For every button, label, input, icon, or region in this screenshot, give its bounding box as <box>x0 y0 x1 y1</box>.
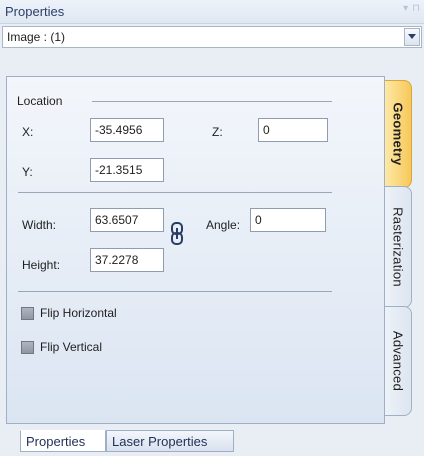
width-field[interactable]: 63.6507 <box>90 208 164 232</box>
height-label: Height: <box>22 258 61 272</box>
z-field[interactable]: 0 <box>258 118 328 142</box>
tab-properties[interactable]: Properties <box>20 430 106 452</box>
object-selector-value: Image : (1) <box>7 30 66 44</box>
window-title: Properties <box>5 4 65 19</box>
height-field[interactable]: 37.2278 <box>90 248 164 272</box>
location-divider <box>92 101 332 102</box>
x-field[interactable]: -35.4956 <box>90 118 164 142</box>
object-selector[interactable]: Image : (1) <box>2 26 422 48</box>
tab-rasterization-label: Rasterization <box>390 207 406 287</box>
tab-properties-label: Properties <box>26 434 86 449</box>
chevron-down-icon <box>408 34 416 39</box>
width-label: Width: <box>22 218 57 232</box>
location-section-label: Location <box>17 94 63 108</box>
object-selector-dropdown-button[interactable] <box>404 28 420 46</box>
aspect-lock-chain-icon[interactable] <box>170 222 184 246</box>
tab-laser-properties[interactable]: Laser Properties <box>106 430 234 452</box>
tab-advanced-label: Advanced <box>390 330 406 392</box>
flip-horizontal-label: Flip Horizontal <box>40 306 117 320</box>
flip-divider <box>18 291 332 292</box>
tab-laser-properties-label: Laser Properties <box>112 434 208 449</box>
y-label: Y: <box>22 165 33 179</box>
titlebar-buttons: ▾ ⊓ <box>390 3 420 19</box>
tab-geometry-label: Geometry <box>390 102 406 166</box>
tab-rasterization[interactable]: Rasterization <box>385 186 412 308</box>
z-label: Z: <box>212 125 223 139</box>
y-field[interactable]: -21.3515 <box>90 158 164 182</box>
tab-advanced[interactable]: Advanced <box>385 306 412 416</box>
flip-horizontal-checkbox[interactable] <box>21 307 34 320</box>
flip-vertical-label: Flip Vertical <box>40 340 103 354</box>
dropdown-arrow-icon[interactable]: ▾ <box>403 3 408 14</box>
angle-field[interactable]: 0 <box>250 208 326 232</box>
properties-titlebar: Properties ▾ ⊓ <box>0 0 424 24</box>
flip-vertical-checkbox[interactable] <box>21 341 34 354</box>
tab-geometry[interactable]: Geometry <box>385 80 412 188</box>
size-divider <box>18 192 332 193</box>
pin-icon[interactable]: ⊓ <box>412 3 420 14</box>
angle-label: Angle: <box>206 218 241 232</box>
x-label: X: <box>22 125 34 139</box>
